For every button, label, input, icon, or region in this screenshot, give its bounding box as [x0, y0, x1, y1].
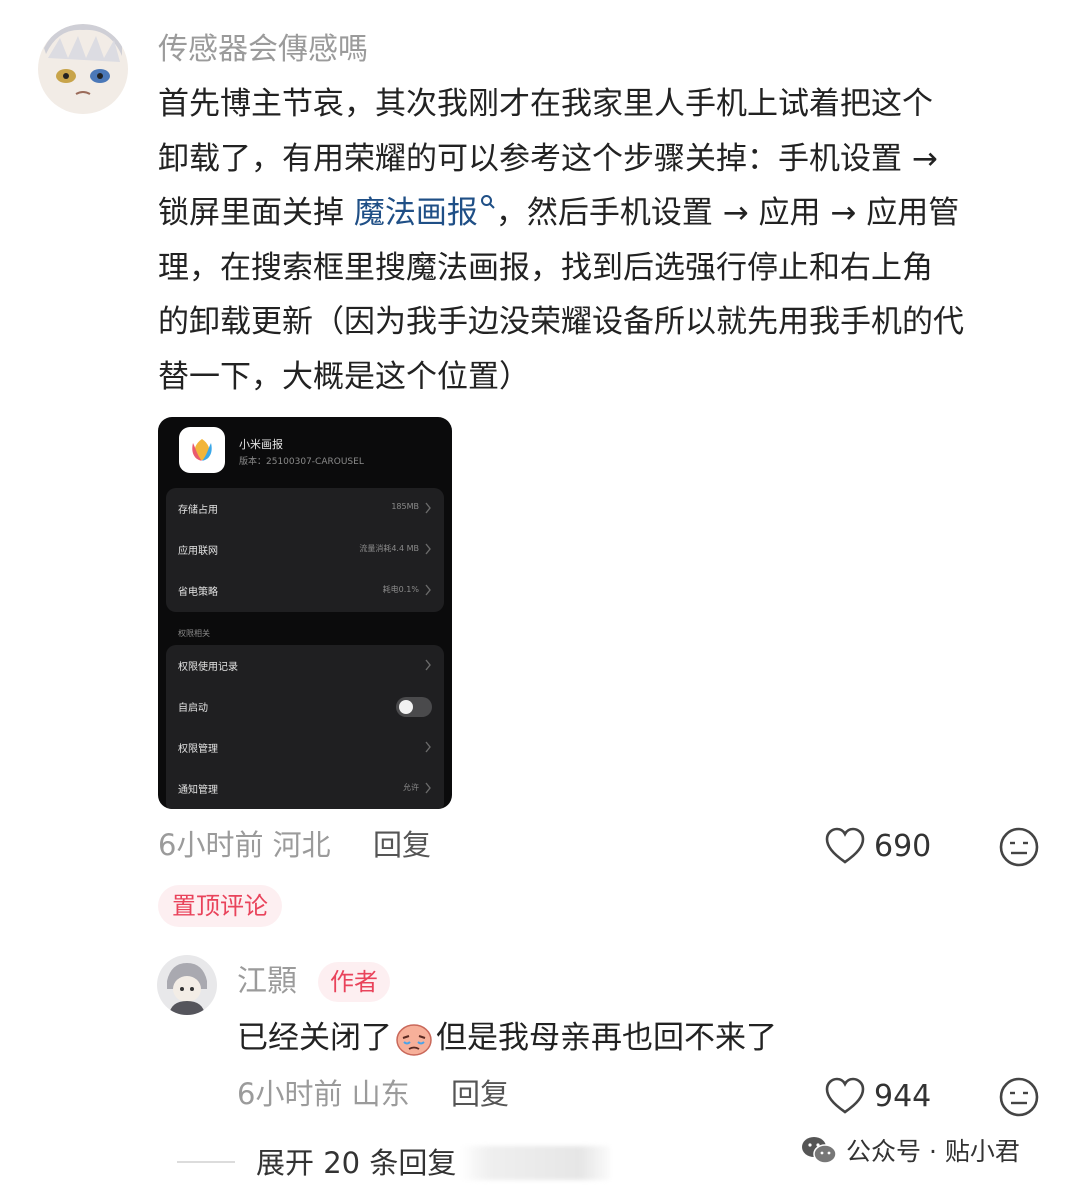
comment-line: 替一下，大概是这个位置） — [158, 358, 530, 395]
comment-time-location: 6小时前 河北 — [158, 828, 331, 862]
meh-face-icon — [999, 827, 1039, 867]
comment-line-segment: 锁屏里面关掉 — [158, 195, 344, 231]
meh-face-icon — [999, 1077, 1039, 1117]
author-avatar[interactable] — [157, 955, 217, 1015]
settings-row[interactable]: 权限使用记录 — [166, 645, 444, 686]
comment-line: 首先博主节哀，其次我刚才在我家里人手机上试着把这个 — [158, 86, 933, 122]
like-count: 944 — [874, 1078, 932, 1114]
author-badge: 作者 — [318, 962, 390, 1002]
comment-text: 首先博主节哀，其次我刚才在我家里人手机上试着把这个 卸载了，有用荣耀的可以参考这… — [158, 77, 1048, 404]
settings-card-storage: 存储占用 185MB 应用联网 流量消耗4.4 MB 省电策略 耗电0.1% — [166, 488, 444, 612]
reply-text: 已经关闭了 但是我母亲再也回不来了 — [237, 1020, 777, 1056]
expand-divider — [177, 1161, 235, 1163]
app-version: 版本：25100307-CAROUSEL — [239, 457, 364, 467]
like-count: 690 — [874, 828, 932, 864]
search-icon — [480, 195, 495, 209]
wechat-icon — [802, 1137, 837, 1164]
chevron-right-icon — [425, 543, 431, 555]
dislike-button[interactable] — [998, 826, 1040, 868]
autostart-toggle[interactable] — [396, 697, 432, 717]
commenter-avatar[interactable] — [38, 24, 128, 114]
like-button[interactable]: 690 — [824, 826, 931, 866]
reply-button[interactable]: 回复 — [451, 1074, 509, 1114]
chevron-right-icon — [425, 502, 431, 514]
watermark: 公众号 · 贴小君 — [800, 1132, 1020, 1168]
app-icon — [179, 427, 225, 473]
commenter-username[interactable]: 传感器会傳感嗎 — [158, 30, 368, 70]
author-username[interactable]: 江顥 — [237, 962, 297, 1002]
settings-card-permissions: 权限使用记录 自启动 权限管理 通知管理 允许 — [166, 645, 444, 809]
chevron-right-icon — [425, 584, 431, 596]
chevron-right-icon — [425, 782, 431, 794]
comment-line: 卸载了，有用荣耀的可以参考这个步骤关掉：手机设置 → — [158, 140, 938, 177]
settings-row[interactable]: 通知管理 允许 — [166, 768, 444, 809]
search-link[interactable]: 魔法画报 — [354, 195, 496, 231]
comment-line: 的卸载更新（因为我手边没荣耀设备所以就先用我手机的代 — [158, 304, 964, 340]
blurred-overlay — [460, 1146, 610, 1180]
reply-time-location: 6小时前 山东 — [237, 1077, 410, 1111]
settings-row[interactable]: 自启动 — [166, 686, 444, 727]
section-label: 权限相关 — [178, 629, 210, 638]
settings-row[interactable]: 权限管理 — [166, 727, 444, 768]
comment-line: 理，在搜索框里搜魔法画报，找到后选强行停止和右上角 — [158, 249, 933, 286]
attached-screenshot[interactable]: 小米画报 版本：25100307-CAROUSEL 存储占用 185MB 应用联… — [158, 417, 452, 809]
comment-line: 锁屏里面关掉 魔法画报 ，然后手机设置 → 应用 → 应用管 — [158, 186, 1048, 241]
heart-icon — [825, 827, 865, 864]
settings-row[interactable]: 应用联网 流量消耗4.4 MB — [166, 529, 444, 570]
pinned-comment-badge: 置顶评论 — [158, 885, 282, 927]
like-button[interactable]: 944 — [824, 1076, 931, 1116]
expand-replies-button[interactable]: 展开 20 条回复 — [256, 1143, 456, 1183]
dislike-button[interactable] — [998, 1076, 1040, 1118]
app-name: 小米画报 — [239, 438, 283, 451]
crying-face-emoji-icon — [396, 1024, 432, 1056]
heart-icon — [825, 1077, 865, 1114]
chevron-right-icon — [425, 741, 431, 753]
chevron-right-icon — [425, 659, 431, 671]
settings-row[interactable]: 存储占用 185MB — [166, 488, 444, 529]
reply-button[interactable]: 回复 — [373, 825, 431, 865]
watermark-text: 公众号 · 贴小君 — [846, 1137, 1020, 1166]
settings-row[interactable]: 省电策略 耗电0.1% — [166, 570, 444, 611]
comment-line-segment: ，然后手机设置 → 应用 → 应用管 — [495, 195, 960, 231]
